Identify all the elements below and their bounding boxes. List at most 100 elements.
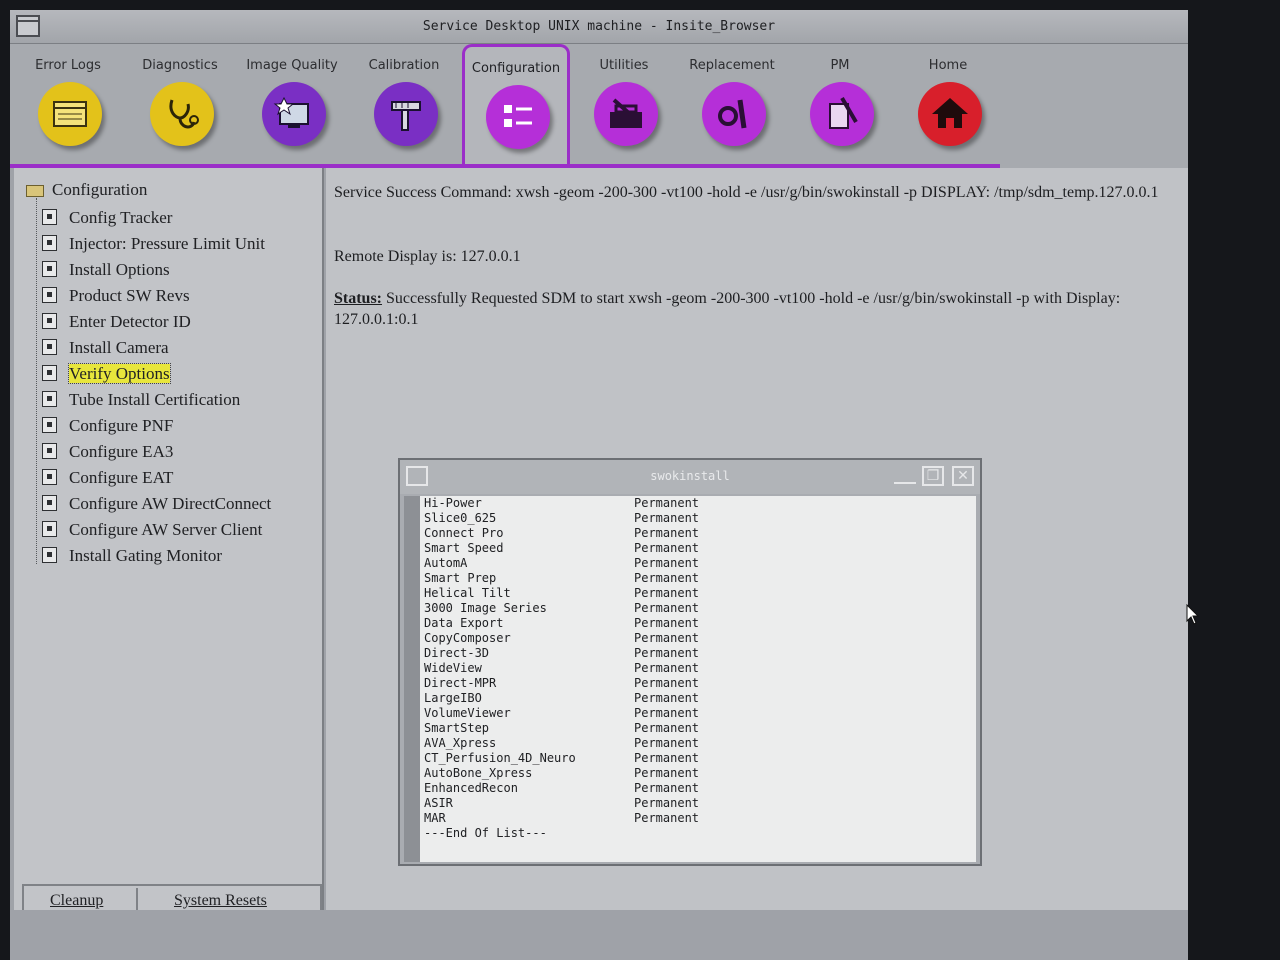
- document-icon: [42, 495, 57, 511]
- cleanup-button[interactable]: Cleanup: [50, 892, 103, 910]
- tree-item-configure-eat[interactable]: Configure EAT: [42, 468, 173, 492]
- tree-item-install-camera[interactable]: Install Camera: [42, 338, 169, 362]
- option-status: Permanent: [634, 541, 700, 555]
- tool-label: Error Logs: [35, 58, 101, 73]
- option-status: Permanent: [634, 511, 700, 525]
- checklist-icon: [486, 85, 550, 149]
- home-icon: [918, 82, 982, 146]
- tool-pm[interactable]: PM: [786, 44, 894, 164]
- option-status: Permanent: [634, 691, 700, 705]
- mouse-cursor-icon: [1186, 604, 1200, 625]
- tree-item-install-gating-monitor[interactable]: Install Gating Monitor: [42, 546, 222, 570]
- tool-label: Diagnostics: [142, 58, 218, 73]
- option-name: Slice0_625: [424, 511, 497, 525]
- tool-label: Configuration: [471, 61, 561, 76]
- document-icon: [42, 469, 57, 485]
- tool-label: Home: [928, 58, 968, 73]
- tree-root[interactable]: Configuration: [26, 180, 147, 200]
- system-resets-button[interactable]: System Resets: [174, 892, 267, 910]
- tool-label: Calibration: [368, 58, 440, 73]
- desktop-screen: Service Desktop UNIX machine - Insite_Br…: [10, 10, 1200, 960]
- tree-item-label: Enter Detector ID: [69, 312, 191, 331]
- option-status: Permanent: [634, 796, 700, 810]
- swokinstall-window: swokinstall ❐ ✕ Hi-Power Permanent Slice0…: [398, 458, 982, 866]
- option-name: CT_Perfusion_4D_Neuro: [424, 751, 576, 765]
- status-message: Status: Successfully Requested SDM to st…: [334, 288, 1174, 330]
- tree-item-injector-pressure-limit[interactable]: Injector: Pressure Limit Unit: [42, 234, 265, 258]
- close-icon[interactable]: ✕: [952, 466, 974, 486]
- tool-replacement[interactable]: Replacement: [678, 44, 786, 164]
- option-status: Permanent: [634, 751, 700, 765]
- tree-item-label: Product SW Revs: [69, 286, 190, 305]
- option-name: Direct-3D: [424, 646, 490, 660]
- option-status: Permanent: [634, 811, 700, 825]
- option-status: Permanent: [634, 586, 700, 600]
- option-status: Permanent: [634, 646, 700, 660]
- tree-item-config-tracker[interactable]: Config Tracker: [42, 208, 172, 232]
- tree-item-label: Configure EAT: [69, 468, 174, 487]
- main-toolbar: Error Logs Diagnostics Image Quality Cal…: [10, 44, 1188, 168]
- tool-error-logs[interactable]: Error Logs: [14, 44, 122, 164]
- option-name: AutomA: [424, 556, 468, 570]
- tool-image-quality[interactable]: Image Quality: [238, 44, 346, 164]
- tool-diagnostics[interactable]: Diagnostics: [126, 44, 234, 164]
- document-icon: [42, 391, 57, 407]
- option-status: Permanent: [634, 631, 700, 645]
- tree-item-tube-install-certification[interactable]: Tube Install Certification: [42, 390, 240, 414]
- tool-label: Replacement: [689, 58, 775, 73]
- option-name: Helical Tilt: [424, 586, 511, 600]
- tree-item-label: Config Tracker: [69, 208, 173, 227]
- calibration-icon: [374, 82, 438, 146]
- tree-item-configure-aw-directconnect[interactable]: Configure AW DirectConnect: [42, 494, 271, 518]
- wrench-icon: [702, 82, 766, 146]
- document-icon: [42, 339, 57, 355]
- tool-label: Image Quality: [246, 58, 338, 73]
- document-icon: [42, 443, 57, 459]
- option-name: MAR: [424, 811, 446, 825]
- option-name: SmartStep: [424, 721, 490, 735]
- option-status: Permanent: [634, 766, 700, 780]
- tree-item-configure-ea3[interactable]: Configure EA3: [42, 442, 173, 466]
- tree-item-label: Configure PNF: [69, 416, 174, 435]
- maximize-icon[interactable]: ❐: [922, 466, 944, 486]
- scrollbar[interactable]: [404, 496, 420, 862]
- tree-item-configure-pnf[interactable]: Configure PNF: [42, 416, 173, 440]
- option-name: ASIR: [424, 796, 453, 810]
- document-icon: [42, 417, 57, 433]
- content-area: Service Success Command: xwsh -geom -200…: [326, 168, 1188, 910]
- tool-utilities[interactable]: Utilities: [570, 44, 678, 164]
- tree-root-label: Configuration: [52, 180, 148, 199]
- tree-item-configure-aw-server-client[interactable]: Configure AW Server Client: [42, 520, 262, 544]
- tree-item-label: Tube Install Certification: [69, 390, 241, 409]
- document-icon: [42, 365, 57, 381]
- tool-label: PM: [830, 58, 850, 73]
- option-name: EnhancedRecon: [424, 781, 518, 795]
- config-tree-panel: Configuration Config Tracker Injector: P…: [14, 168, 324, 918]
- option-name: LargeIBO: [424, 691, 482, 705]
- option-status: Permanent: [634, 676, 700, 690]
- tree-item-label: Install Gating Monitor: [69, 546, 222, 565]
- tree-item-label: Configure AW Server Client: [69, 520, 263, 539]
- option-name: AVA_Xpress: [424, 736, 497, 750]
- pm-icon: [810, 82, 874, 146]
- option-name: Smart Speed: [424, 541, 504, 555]
- option-name: Direct-MPR: [424, 676, 497, 690]
- option-status: Permanent: [634, 736, 700, 750]
- tree-item-enter-detector-id[interactable]: Enter Detector ID: [42, 312, 191, 336]
- swokinstall-title: swokinstall: [650, 469, 730, 483]
- window-title: Service Desktop UNIX machine - Insite_Br…: [422, 19, 776, 34]
- tool-calibration[interactable]: Calibration: [350, 44, 458, 164]
- tree-item-install-options[interactable]: Install Options: [42, 260, 170, 284]
- status-text: Successfully Requested SDM to start xwsh…: [334, 290, 1121, 328]
- screen-bottom-bar: [10, 910, 1188, 960]
- swokinstall-titlebar: swokinstall ❐ ✕: [400, 460, 980, 494]
- tree-item-verify-options[interactable]: Verify Options: [42, 363, 171, 388]
- tool-home[interactable]: Home: [894, 44, 1002, 164]
- minimize-icon[interactable]: [894, 466, 916, 484]
- tool-configuration[interactable]: Configuration: [462, 44, 570, 164]
- image-quality-icon: [262, 82, 326, 146]
- tree-item-product-sw-revs[interactable]: Product SW Revs: [42, 286, 190, 310]
- document-icon: [42, 209, 57, 225]
- option-name: Hi-Power: [424, 496, 482, 510]
- option-status: Permanent: [634, 616, 700, 630]
